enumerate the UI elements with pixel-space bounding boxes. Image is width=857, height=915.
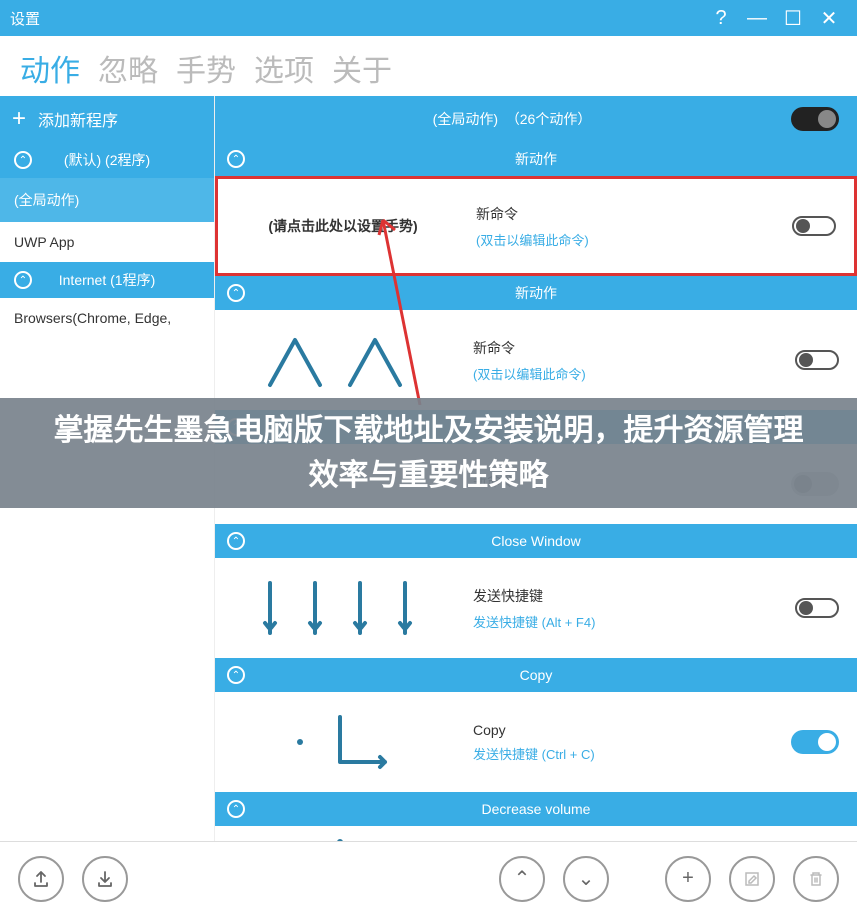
- action-toggle[interactable]: [791, 730, 839, 754]
- action-subtitle[interactable]: (双击以编辑此命令): [476, 230, 792, 249]
- chevron-up-icon: ⌃: [227, 800, 245, 818]
- add-program-label: 添加新程序: [38, 107, 118, 131]
- move-up-button[interactable]: ⌃: [499, 856, 545, 902]
- gesture-preview[interactable]: [215, 832, 465, 841]
- move-down-button[interactable]: ⌄: [563, 856, 609, 902]
- chevron-up-icon: ⌃: [227, 532, 245, 550]
- action-row[interactable]: 新命令 (双击以编辑此命令): [215, 310, 857, 410]
- action-toggle[interactable]: [795, 598, 839, 618]
- internet-group-header[interactable]: ⌃ Internet (1程序): [0, 262, 214, 298]
- action-toggle[interactable]: [795, 350, 839, 370]
- chevron-up-icon: ⌃: [14, 271, 32, 289]
- plus-icon: +: [12, 107, 26, 131]
- tab-ignore[interactable]: 忽略: [98, 46, 158, 90]
- default-group-header[interactable]: ⌃ (默认) (2程序): [0, 142, 214, 178]
- action-group-header[interactable]: ⌃ Copy: [215, 658, 857, 692]
- action-title: 新命令: [476, 204, 792, 224]
- action-toggle[interactable]: [792, 216, 836, 236]
- maximize-icon[interactable]: ☐: [775, 6, 811, 31]
- default-group-label: (默认) (2程序): [64, 150, 150, 170]
- count-label: （26个动作）: [506, 111, 592, 127]
- chevron-up-icon: ⌃: [227, 666, 245, 684]
- action-subtitle[interactable]: 发送快捷键 (Ctrl + C): [473, 744, 791, 763]
- action-group-header[interactable]: ⌃ Decrease volume: [215, 792, 857, 826]
- add-button[interactable]: +: [665, 856, 711, 902]
- action-row[interactable]: 发送快捷键 发送快捷键 (Alt + F4): [215, 558, 857, 658]
- action-group-label: 新动作: [515, 149, 557, 169]
- window-title: 设置: [10, 8, 703, 29]
- action-subtitle[interactable]: (双击以编辑此命令): [473, 364, 795, 383]
- action-title: 发送快捷键: [473, 586, 795, 606]
- action-row[interactable]: (请点击此处以设置手势) 新命令 (双击以编辑此命令): [215, 176, 857, 276]
- gesture-preview[interactable]: [215, 573, 465, 643]
- action-group-header[interactable]: ⌃ 新动作: [215, 142, 857, 176]
- sidebar-item-uwp[interactable]: UWP App: [0, 222, 214, 262]
- internet-group-label: Internet (1程序): [59, 270, 155, 290]
- gesture-preview[interactable]: [215, 325, 465, 395]
- gesture-preview[interactable]: [215, 707, 465, 777]
- chevron-up-icon: ⌃: [14, 151, 32, 169]
- action-group-label: Decrease volume: [482, 801, 591, 817]
- tab-options[interactable]: 选项: [254, 46, 314, 90]
- edit-button[interactable]: [729, 856, 775, 902]
- scope-label: (全局动作): [433, 111, 498, 127]
- import-button[interactable]: [82, 856, 128, 902]
- delete-button[interactable]: [793, 856, 839, 902]
- tab-gestures[interactable]: 手势: [176, 46, 236, 90]
- action-subtitle[interactable]: 发送快捷键 (Alt + F4): [473, 612, 795, 631]
- global-toggle[interactable]: [791, 107, 839, 131]
- action-row[interactable]: [215, 826, 857, 841]
- tab-about[interactable]: 关于: [332, 46, 392, 90]
- action-title: Copy: [473, 722, 791, 738]
- action-title: 新命令: [473, 338, 795, 358]
- help-icon[interactable]: ?: [703, 7, 739, 30]
- action-group-header[interactable]: ⌃ Close Window: [215, 524, 857, 558]
- minimize-icon[interactable]: —: [739, 7, 775, 30]
- action-group-label: Close Window: [491, 533, 580, 549]
- chevron-up-icon: ⌃: [227, 284, 245, 302]
- overlay-banner: 掌握先生墨急电脑版下载地址及安装说明，提升资源管理效率与重要性策略: [0, 398, 857, 508]
- actions-header: (全局动作) （26个动作）: [215, 96, 857, 142]
- close-icon[interactable]: ✕: [811, 6, 847, 31]
- action-group-label: Copy: [520, 667, 553, 683]
- bottom-toolbar: ⌃ ⌄ +: [0, 841, 857, 915]
- sidebar-item-browsers[interactable]: Browsers(Chrome, Edge,: [0, 298, 214, 338]
- chevron-up-icon: ⌃: [227, 150, 245, 168]
- gesture-placeholder[interactable]: (请点击此处以设置手势): [218, 216, 468, 236]
- sidebar-item-global[interactable]: (全局动作): [0, 178, 214, 222]
- add-program-button[interactable]: + 添加新程序: [0, 96, 214, 142]
- export-button[interactable]: [18, 856, 64, 902]
- action-row[interactable]: Copy 发送快捷键 (Ctrl + C): [215, 692, 857, 792]
- action-group-label: 新动作: [515, 283, 557, 303]
- tab-actions[interactable]: 动作: [20, 46, 80, 90]
- tab-bar: 动作 忽略 手势 选项 关于: [0, 36, 857, 96]
- action-group-header[interactable]: ⌃ 新动作: [215, 276, 857, 310]
